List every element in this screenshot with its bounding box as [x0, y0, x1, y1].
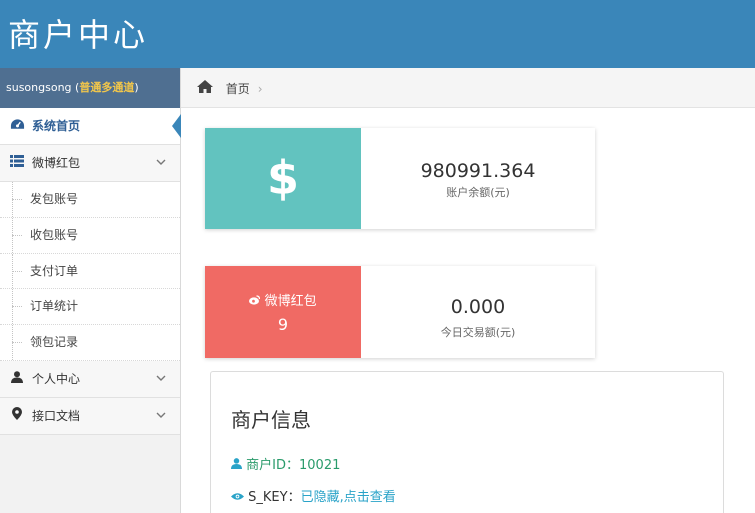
merchant-id-label: 商户ID： — [246, 458, 299, 473]
chevron-down-icon — [156, 145, 166, 182]
top-header: 商户中心 — [0, 0, 755, 68]
skey-reveal-link[interactable]: 已隐藏,点击查看 — [301, 490, 396, 505]
sidebar-subitem-order-stats[interactable]: 订单统计 — [0, 289, 180, 326]
sidebar-subitem-receive-account[interactable]: 收包账号 — [0, 217, 180, 254]
sidebar-item-label: 接口文档 — [32, 408, 81, 423]
sidebar-item-label: 个人中心 — [32, 371, 81, 386]
sidebar-item-dashboard[interactable]: 系统首页 — [0, 108, 181, 145]
merchant-id-value: 10021 — [299, 458, 341, 473]
sidebar-item-weibo-hongbao[interactable]: 微博红包 — [0, 145, 180, 182]
weibo-icon — [249, 294, 264, 309]
map-marker-icon — [8, 398, 26, 435]
user-info-bar: susongsong (普通多通道) — [0, 68, 180, 108]
sidebar-item-personal-center[interactable]: 个人中心 — [0, 360, 180, 398]
user-role: 普通多通道 — [79, 81, 135, 94]
balance-stat: 980991.364 账户余额(元) — [361, 128, 595, 229]
eye-icon — [231, 490, 248, 505]
weibo-card-title: 微博红包 — [264, 294, 317, 309]
weibo-badge: 微博红包 9 — [205, 266, 361, 358]
user-icon — [231, 458, 246, 473]
dashboard-icon — [8, 108, 26, 145]
active-indicator — [172, 114, 181, 138]
today-trade-value: 0.000 — [450, 296, 506, 318]
breadcrumb-home-link[interactable]: 首页 — [226, 82, 250, 96]
today-trade-label: 今日交易额(元) — [440, 326, 516, 339]
weibo-hongbao-card[interactable]: 微博红包 9 0.000 今日交易额(元) — [205, 266, 595, 358]
breadcrumb-separator: › — [257, 82, 263, 96]
user-icon — [8, 361, 26, 398]
list-icon — [8, 145, 26, 182]
home-icon[interactable] — [197, 79, 218, 97]
today-trade-stat: 0.000 今日交易额(元) — [361, 266, 595, 358]
weibo-count: 9 — [277, 315, 289, 334]
merchant-info-title: 商户信息 — [231, 408, 311, 432]
username: susongsong — [6, 81, 72, 94]
balance-badge: $ — [205, 128, 361, 229]
chevron-down-icon — [156, 361, 166, 398]
skey-label: S_KEY： — [248, 490, 301, 505]
sidebar-item-label: 系统首页 — [32, 119, 81, 133]
dollar-icon: $ — [266, 151, 299, 205]
chevron-down-icon — [156, 398, 166, 435]
sidebar-item-api-docs[interactable]: 接口文档 — [0, 397, 180, 435]
sidebar-subitem-claim-records[interactable]: 领包记录 — [0, 325, 180, 361]
balance-label: 账户余额(元) — [446, 186, 510, 199]
balance-value: 980991.364 — [420, 160, 536, 182]
skey-row: S_KEY：已隐藏,点击查看 — [231, 486, 396, 505]
user-role-close: ) — [134, 81, 139, 94]
app-title: 商户中心 — [8, 16, 149, 54]
merchant-info-panel: 商户信息 商户ID：10021 S_KEY：已隐藏,点击查看 — [210, 371, 724, 513]
balance-card: $ 980991.364 账户余额(元) — [205, 128, 595, 229]
sidebar-subitem-send-account[interactable]: 发包账号 — [0, 182, 180, 218]
merchant-id-row: 商户ID：10021 — [231, 454, 340, 473]
sidebar: susongsong (普通多通道) 系统首页 微博红包 发包账号 收包账号 支… — [0, 68, 181, 513]
sidebar-subitem-payment-orders[interactable]: 支付订单 — [0, 253, 180, 290]
sidebar-item-label: 微博红包 — [32, 156, 81, 170]
breadcrumb: 首页 › — [181, 68, 755, 108]
